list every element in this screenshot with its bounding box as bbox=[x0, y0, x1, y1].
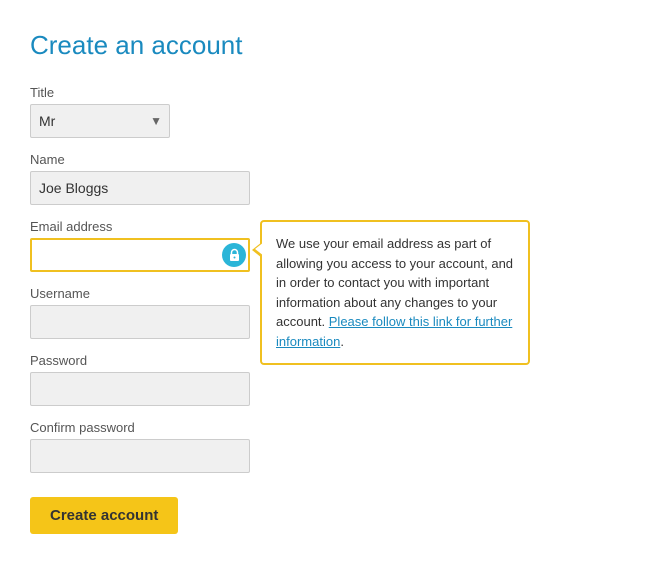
confirm-password-label: Confirm password bbox=[30, 420, 616, 435]
name-group: Name bbox=[30, 152, 616, 205]
title-select[interactable]: Mr Mrs Ms Miss Dr bbox=[30, 104, 170, 138]
name-input[interactable] bbox=[30, 171, 250, 205]
tooltip-arrow-inner bbox=[255, 242, 264, 256]
password-input[interactable] bbox=[30, 372, 250, 406]
email-input[interactable] bbox=[30, 238, 250, 272]
confirm-password-group: Confirm password bbox=[30, 420, 616, 473]
title-select-wrapper: Mr Mrs Ms Miss Dr ▼ bbox=[30, 104, 170, 138]
email-input-wrapper bbox=[30, 238, 250, 272]
tooltip-link-suffix: . bbox=[340, 334, 344, 349]
create-account-button[interactable]: Create account bbox=[30, 497, 178, 534]
page-title: Create an account bbox=[30, 30, 616, 61]
lock-icon bbox=[222, 243, 246, 267]
title-group: Title Mr Mrs Ms Miss Dr ▼ bbox=[30, 85, 616, 138]
confirm-password-input[interactable] bbox=[30, 439, 250, 473]
name-label: Name bbox=[30, 152, 616, 167]
username-input[interactable] bbox=[30, 305, 250, 339]
title-label: Title bbox=[30, 85, 616, 100]
email-tooltip: We use your email address as part of all… bbox=[260, 220, 530, 365]
